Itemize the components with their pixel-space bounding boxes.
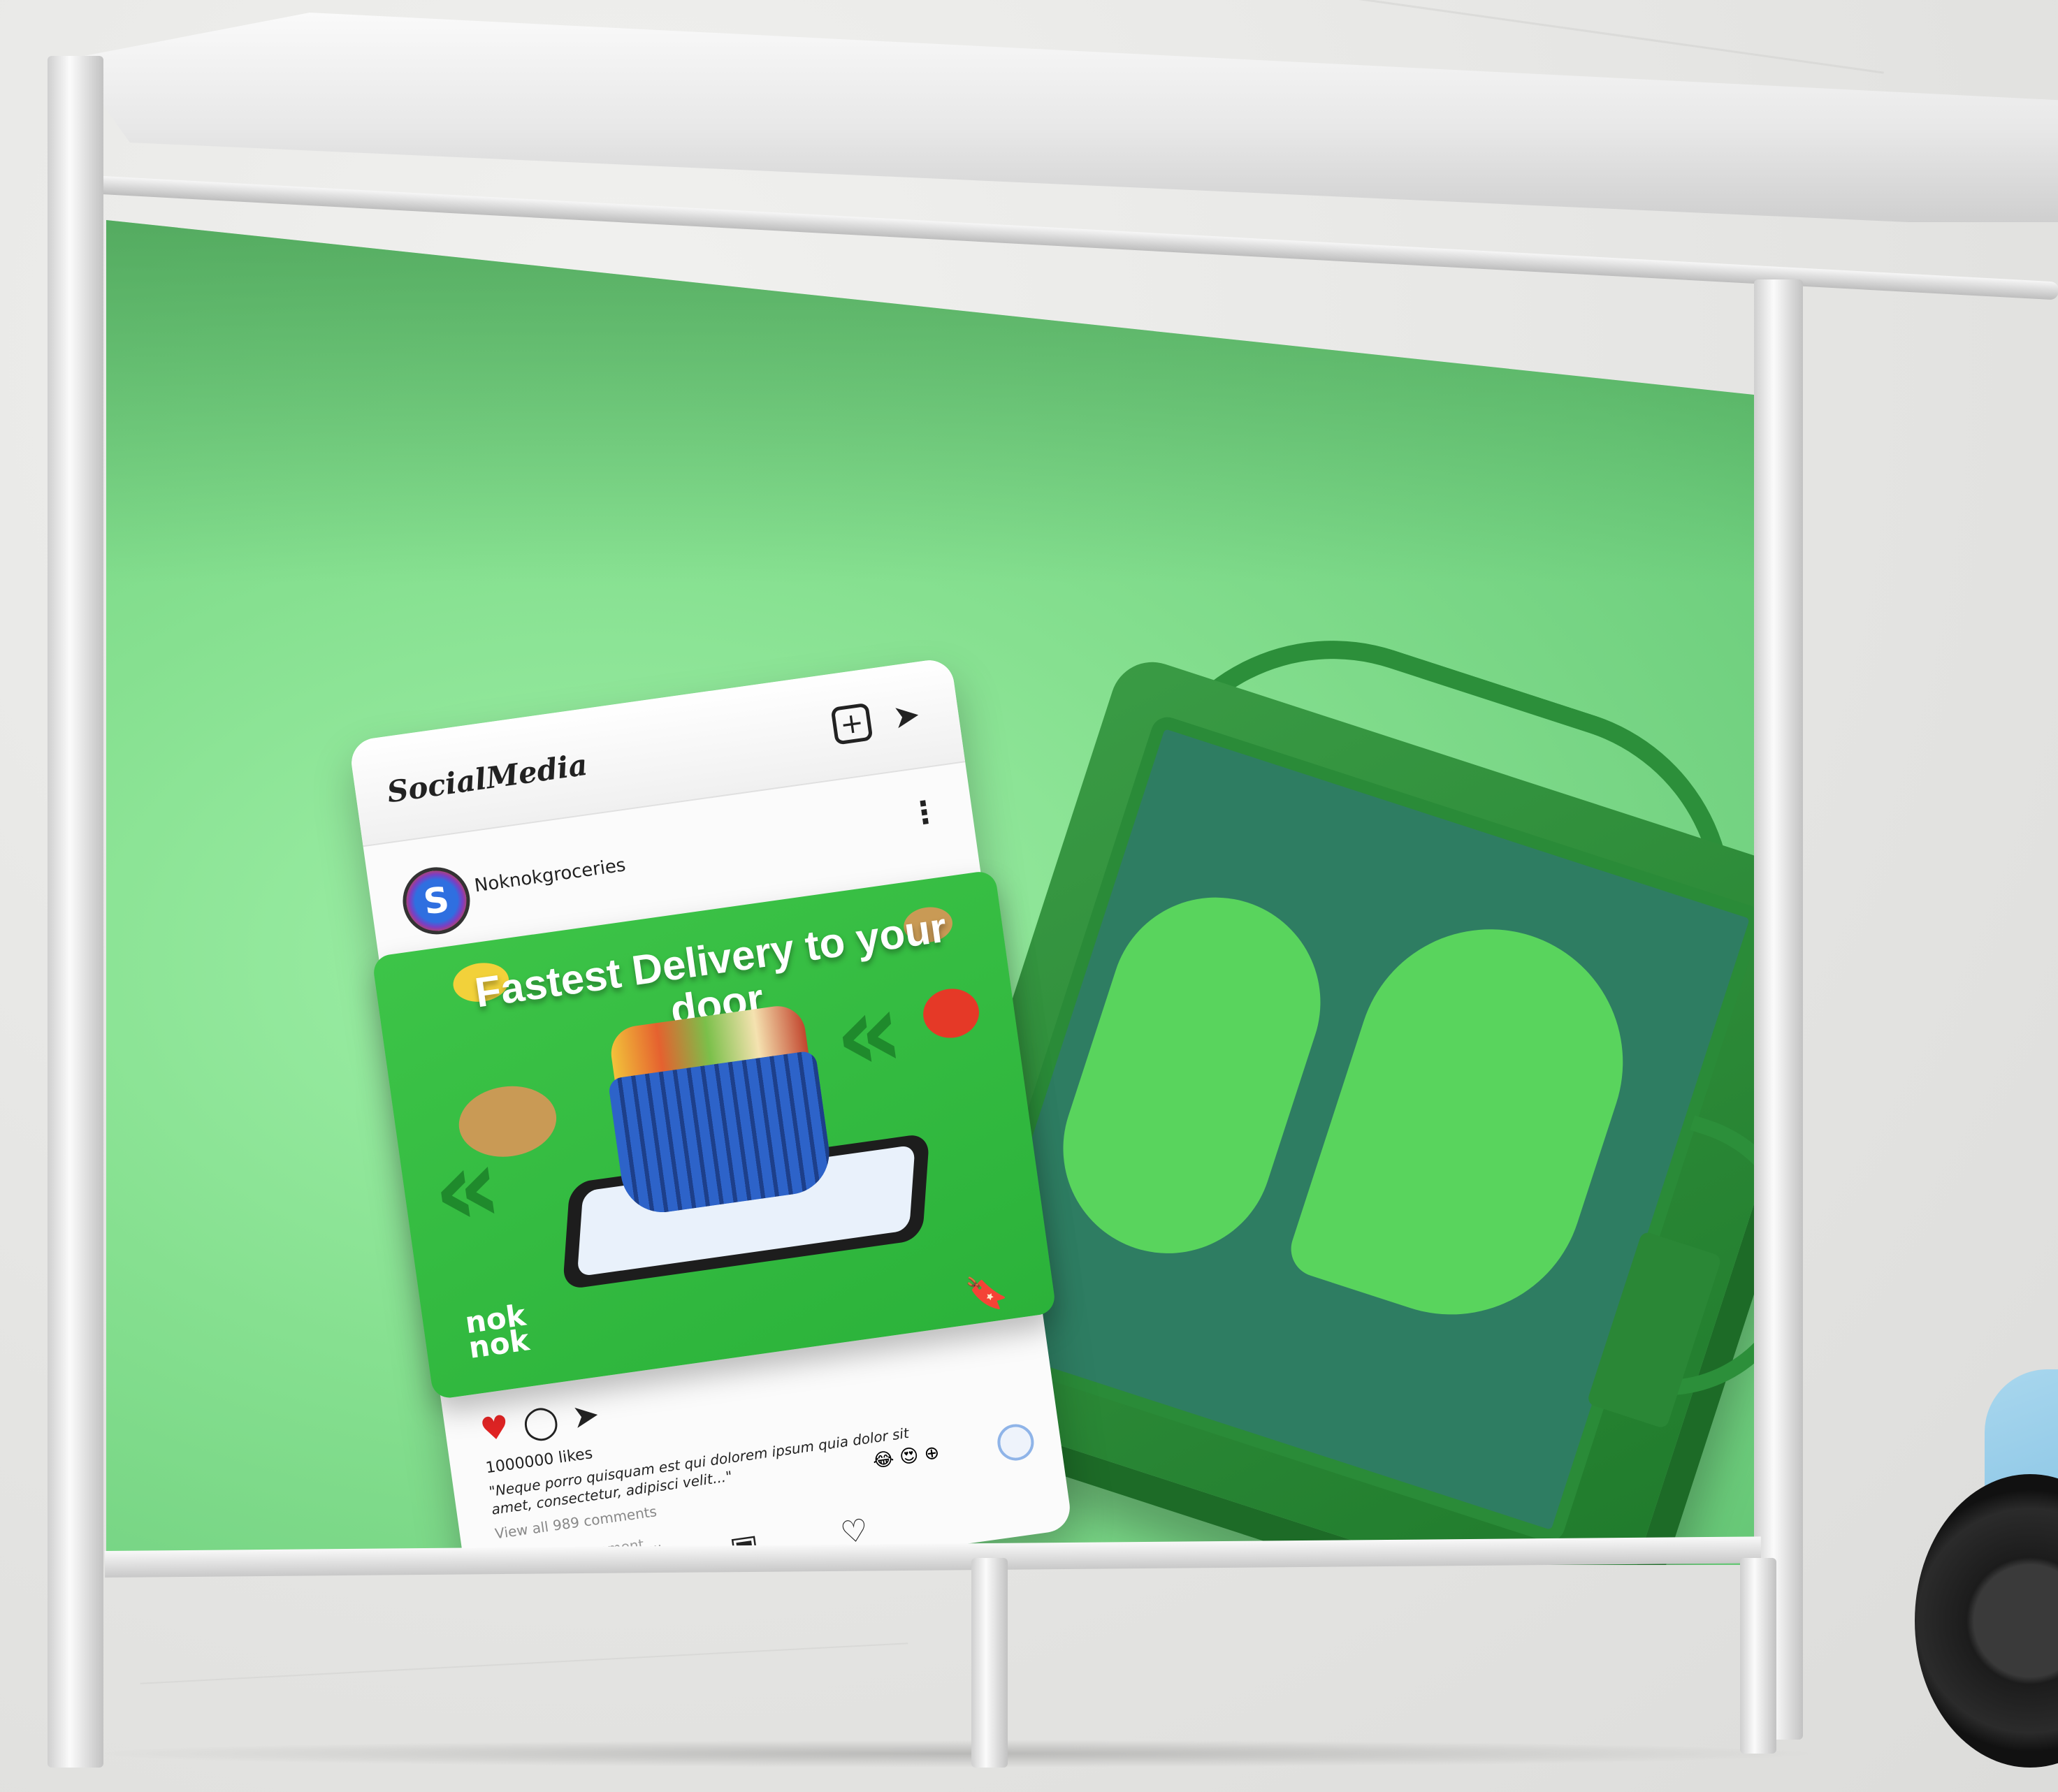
bookmark-icon[interactable]: 🔖 [964,1270,1010,1316]
bag-logo-shape [1284,894,1658,1349]
heart-icon[interactable]: ♥ [478,1407,512,1448]
app-title: SocialMedia [384,747,590,810]
app-header: SocialMedia + ➤ [348,657,966,847]
avatar[interactable]: S [398,863,474,939]
shopping-basket-image [607,1050,835,1218]
post-actions: ♥ ◯ ➤ [478,1394,602,1448]
ground-shadow [84,1740,1831,1768]
profile-avatar[interactable] [995,1422,1036,1463]
billboard: SocialMedia + ➤ S Noknokgroceries ⋮ ♥ ◯ ➤ … [106,220,1755,1565]
post-image[interactable]: « « Fastest Delivery to your door nok nok… [371,869,1057,1400]
send-icon[interactable]: ➤ [886,695,927,736]
brand-logo: nok nok [463,1297,532,1365]
shelter-leg [971,1558,1008,1768]
comment-icon[interactable]: ◯ [520,1401,560,1443]
social-post-mockup: SocialMedia + ➤ S Noknokgroceries ⋮ ♥ ◯ ➤ … [348,657,1073,1565]
shelter-post [48,56,103,1768]
share-icon[interactable]: ➤ [570,1394,602,1436]
more-options-icon[interactable]: ⋮ [906,793,942,833]
username[interactable]: Noknokgroceries [473,854,627,896]
avatar-letter-icon: S [421,879,452,923]
shelter-post [1754,279,1803,1740]
shelter-leg [1740,1558,1776,1754]
add-icon[interactable]: + [830,702,874,745]
